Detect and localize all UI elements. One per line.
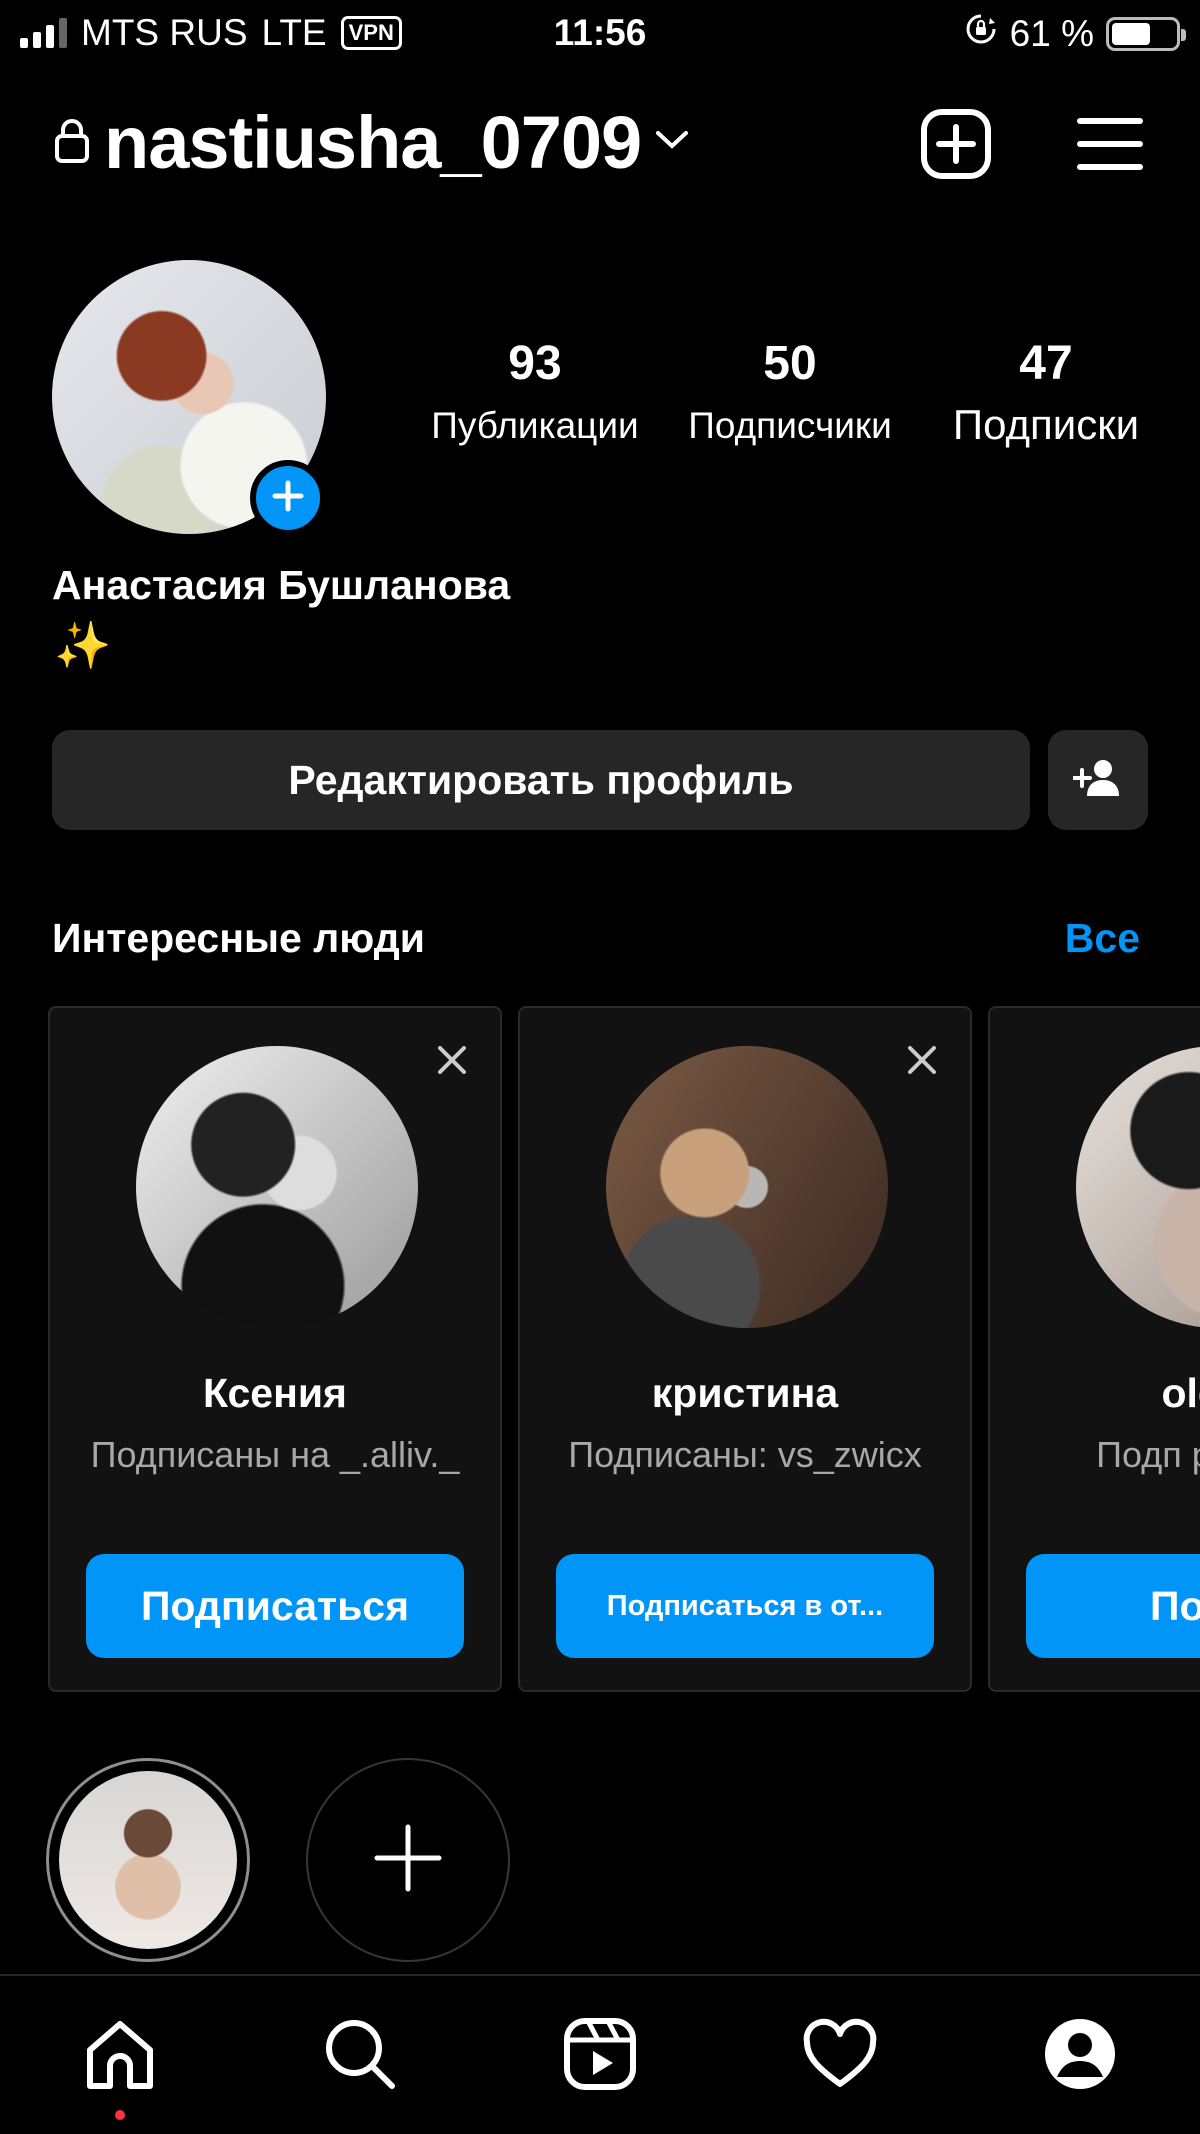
heart-icon (802, 2016, 878, 2097)
suggestion-avatar[interactable] (606, 1046, 888, 1328)
create-post-button[interactable] (918, 108, 994, 184)
nav-profile[interactable] (1040, 2016, 1120, 2096)
see-all-link[interactable]: Все (1065, 915, 1140, 962)
reels-icon (562, 2016, 638, 2097)
suggestions-carousel[interactable]: Ксения Подписаны на _.alliv._ Подписатьс… (48, 1006, 1200, 1694)
close-icon (902, 1046, 942, 1084)
home-icon (82, 2016, 158, 2097)
profile-icon (1042, 2016, 1118, 2097)
suggestion-card[interactable]: кристина Подписаны: vs_zwicx Подписаться… (518, 1006, 972, 1692)
new-highlight-button[interactable] (306, 1758, 510, 1962)
dismiss-button[interactable] (432, 1040, 472, 1080)
nav-search[interactable] (320, 2016, 400, 2096)
account-switcher[interactable]: nastiusha_0709 (54, 100, 689, 185)
lock-icon (54, 116, 90, 169)
suggestion-name: кристина (651, 1370, 839, 1416)
stat-posts[interactable]: 93 Публикации (412, 336, 658, 447)
add-person-icon (1072, 758, 1123, 803)
stat-followers[interactable]: 50 Подписчики (670, 336, 910, 447)
battery-icon (1106, 16, 1186, 51)
stat-posts-value: 93 (508, 337, 562, 390)
notification-dot (115, 2110, 125, 2120)
suggestion-name: olesh (1161, 1370, 1200, 1416)
story-highlight[interactable] (46, 1758, 250, 1962)
menu-button[interactable] (1072, 108, 1148, 184)
rotation-lock-icon (964, 12, 998, 55)
bio: ✨ (54, 619, 112, 671)
suggestion-subtitle: Подписаны на _.alliv._ (90, 1434, 460, 1475)
suggestion-avatar[interactable] (1076, 1046, 1200, 1328)
suggestion-card[interactable]: olesh Подп pivo.s.ch Подпи (988, 1006, 1200, 1692)
stat-following[interactable]: 47 Подписки (930, 336, 1162, 449)
stat-following-label: Подписки (952, 401, 1140, 448)
search-icon (322, 2016, 398, 2097)
stat-posts-label: Публикации (431, 405, 639, 446)
follow-back-button[interactable]: Подписаться в от... (556, 1554, 934, 1658)
plus-icon (270, 478, 306, 519)
close-icon (432, 1046, 472, 1084)
stat-followers-label: Подписчики (688, 405, 892, 446)
suggestion-subtitle: Подп pivo.s.ch (1096, 1434, 1200, 1475)
suggestion-subtitle: Подписаны: vs_zwicx (568, 1434, 922, 1475)
status-bar: MTS RUS LTE VPN 11:56 61 % (0, 0, 1200, 64)
suggestion-avatar[interactable] (136, 1046, 418, 1328)
status-right: 61 % (964, 12, 1186, 55)
follow-button[interactable]: Подписаться (86, 1554, 464, 1658)
follow-button[interactable]: Подпи (1026, 1554, 1200, 1658)
dismiss-button[interactable] (902, 1040, 942, 1080)
nav-activity[interactable] (800, 2016, 880, 2096)
suggestions-title: Интересные люди (52, 915, 425, 961)
highlight-cover (59, 1771, 237, 1949)
stat-following-value: 47 (1019, 337, 1073, 390)
suggestion-card[interactable]: Ксения Подписаны на _.alliv._ Подписатьс… (48, 1006, 502, 1692)
discover-people-button[interactable] (1048, 730, 1148, 830)
chevron-down-icon (655, 129, 689, 156)
profile-header: nastiusha_0709 (0, 100, 1200, 190)
nav-home[interactable] (80, 2016, 160, 2096)
battery-percent: 61 % (1009, 12, 1094, 54)
battery-fill (1112, 22, 1150, 45)
stat-followers-value: 50 (763, 337, 817, 390)
edit-profile-button[interactable]: Редактировать профиль (52, 730, 1030, 830)
full-name: Анастасия Бушланова (52, 562, 511, 608)
bottom-nav (0, 1974, 1200, 2134)
plus-icon (373, 1823, 443, 1898)
username: nastiusha_0709 (104, 101, 642, 184)
nav-reels[interactable] (560, 2016, 640, 2096)
plus-square-icon (920, 108, 992, 185)
menu-icon (1077, 116, 1143, 177)
add-story-button[interactable] (250, 460, 326, 536)
suggestion-name: Ксения (203, 1370, 347, 1416)
